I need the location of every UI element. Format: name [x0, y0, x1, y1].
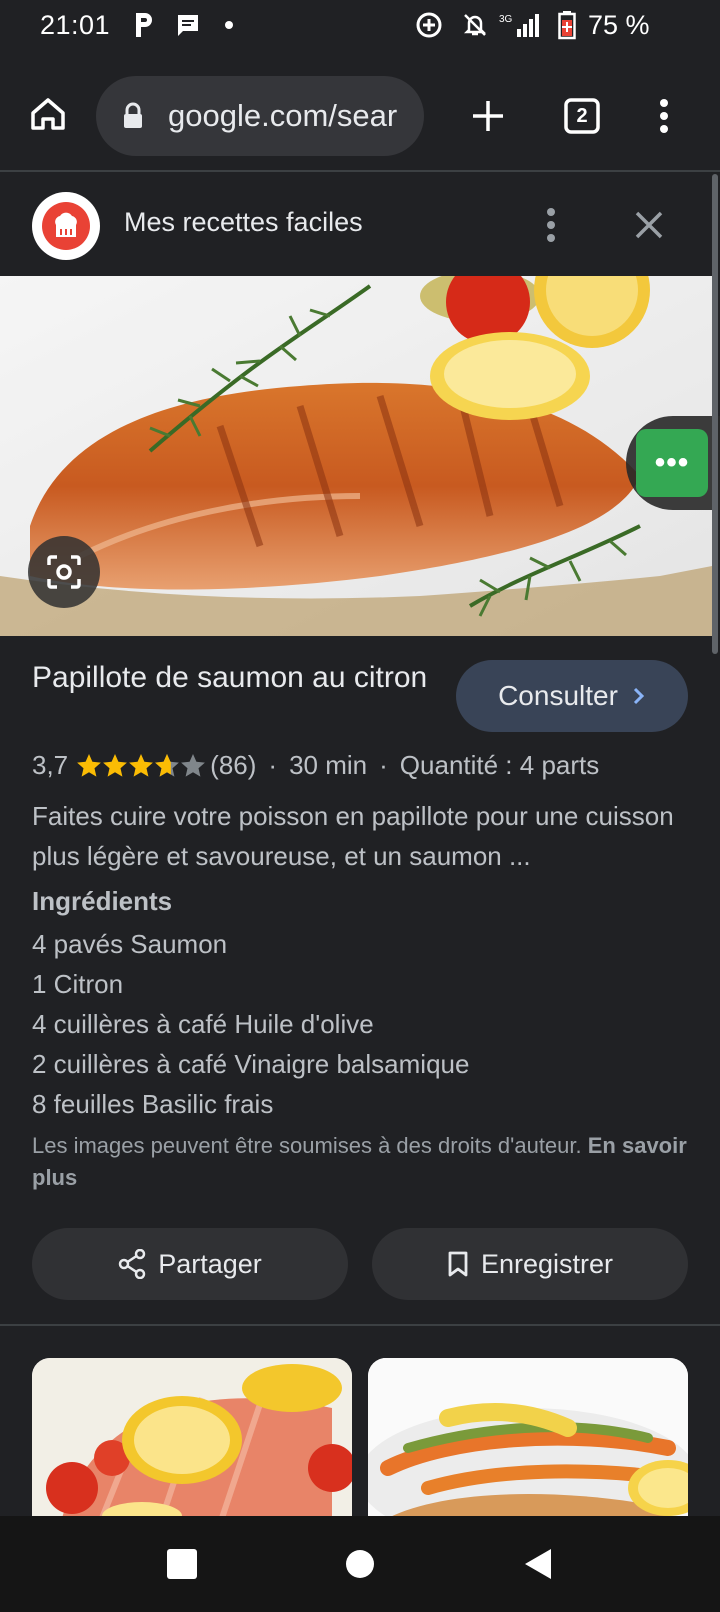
section-divider [0, 1324, 720, 1326]
recipe-title: Papillote de saumon au citron [32, 661, 428, 694]
share-icon [118, 1249, 146, 1279]
status-time: 21:01 [40, 10, 111, 40]
source-menu-icon[interactable] [536, 200, 566, 250]
copyright-text: Les images peuvent être soumises à des d… [32, 1133, 582, 1158]
ingredient-item: 1 Citron [32, 969, 124, 999]
ingredient-item: 4 pavés Saumon [32, 929, 228, 959]
battery-percent: 75 % [588, 10, 650, 40]
signal-icon: 3G [498, 10, 542, 40]
tabs-button[interactable]: 2 [558, 92, 606, 140]
cook-time: 30 min [289, 750, 368, 780]
recipe-description: Faites cuire votre poisson en papillote … [32, 801, 674, 871]
consult-button[interactable]: Consulter [456, 660, 688, 732]
chevron-right-icon [633, 687, 645, 705]
source-logo [32, 192, 100, 260]
rating-value: 3,7 [32, 750, 69, 780]
quantity: Quantité : 4 parts [399, 750, 600, 780]
bell-off-icon [460, 10, 490, 40]
save-label: Enregistrer [480, 1248, 614, 1279]
recipe-image[interactable] [0, 276, 712, 636]
back-icon[interactable] [512, 1538, 564, 1590]
browser-toolbar: google.com/sear 2 [0, 52, 720, 172]
ingredients-heading: Ingrédients [32, 886, 173, 916]
share-label: Partager [158, 1248, 262, 1279]
ingredient-item: 4 cuillères à café Huile d'olive [32, 1009, 374, 1039]
related-recipe-image[interactable] [32, 1358, 352, 1518]
home-nav-icon[interactable] [334, 1538, 386, 1590]
data-saver-icon [414, 10, 444, 40]
more-vert-icon[interactable] [644, 90, 684, 142]
review-count: (86) [210, 750, 257, 780]
star-icon [129, 753, 154, 777]
message-icon [174, 10, 202, 40]
battery-icon [556, 10, 578, 40]
source-name: Mes recettes faciles [124, 207, 363, 237]
ingredients-list: 4 pavés Saumon 1 Citron 4 cuillères à ca… [32, 924, 469, 1124]
bookmark-icon [448, 1251, 468, 1277]
floating-more-button[interactable]: ••• [636, 429, 708, 497]
lens-icon[interactable] [28, 536, 100, 608]
close-icon[interactable] [624, 200, 674, 250]
ingredient-item: 2 cuillères à café Vinaigre balsamique [32, 1049, 470, 1079]
system-nav-bar [0, 1516, 720, 1612]
tab-count: 2 [576, 104, 588, 127]
lock-icon [122, 102, 144, 135]
copyright-notice: Les images peuvent être soumises à des d… [32, 1130, 692, 1194]
svg-text:3G: 3G [499, 14, 513, 25]
consult-label: Consulter [498, 680, 618, 711]
parking-icon [132, 10, 156, 40]
related-recipe-image[interactable] [368, 1358, 688, 1518]
home-icon[interactable] [22, 88, 74, 140]
star-icon [181, 753, 206, 777]
save-button[interactable]: Enregistrer [372, 1228, 688, 1300]
rating-stars [76, 753, 206, 779]
scrollbar[interactable] [712, 174, 718, 654]
share-button[interactable]: Partager [32, 1228, 348, 1300]
star-icon [77, 753, 102, 777]
status-bar: 21:01 3G 75 % [0, 0, 720, 52]
plus-icon[interactable] [462, 90, 514, 142]
ingredient-item: 8 feuilles Basilic frais [32, 1089, 274, 1119]
dot-icon [222, 10, 236, 40]
url-text: google.com/sear [168, 98, 398, 133]
star-icon [103, 753, 128, 777]
recipe-meta: 3,7 (86) · 30 min · Quantité : 4 parts [32, 750, 600, 780]
source-header: Mes recettes faciles [0, 174, 712, 276]
recents-icon[interactable] [156, 1538, 208, 1590]
address-bar[interactable]: google.com/sear [96, 76, 424, 156]
